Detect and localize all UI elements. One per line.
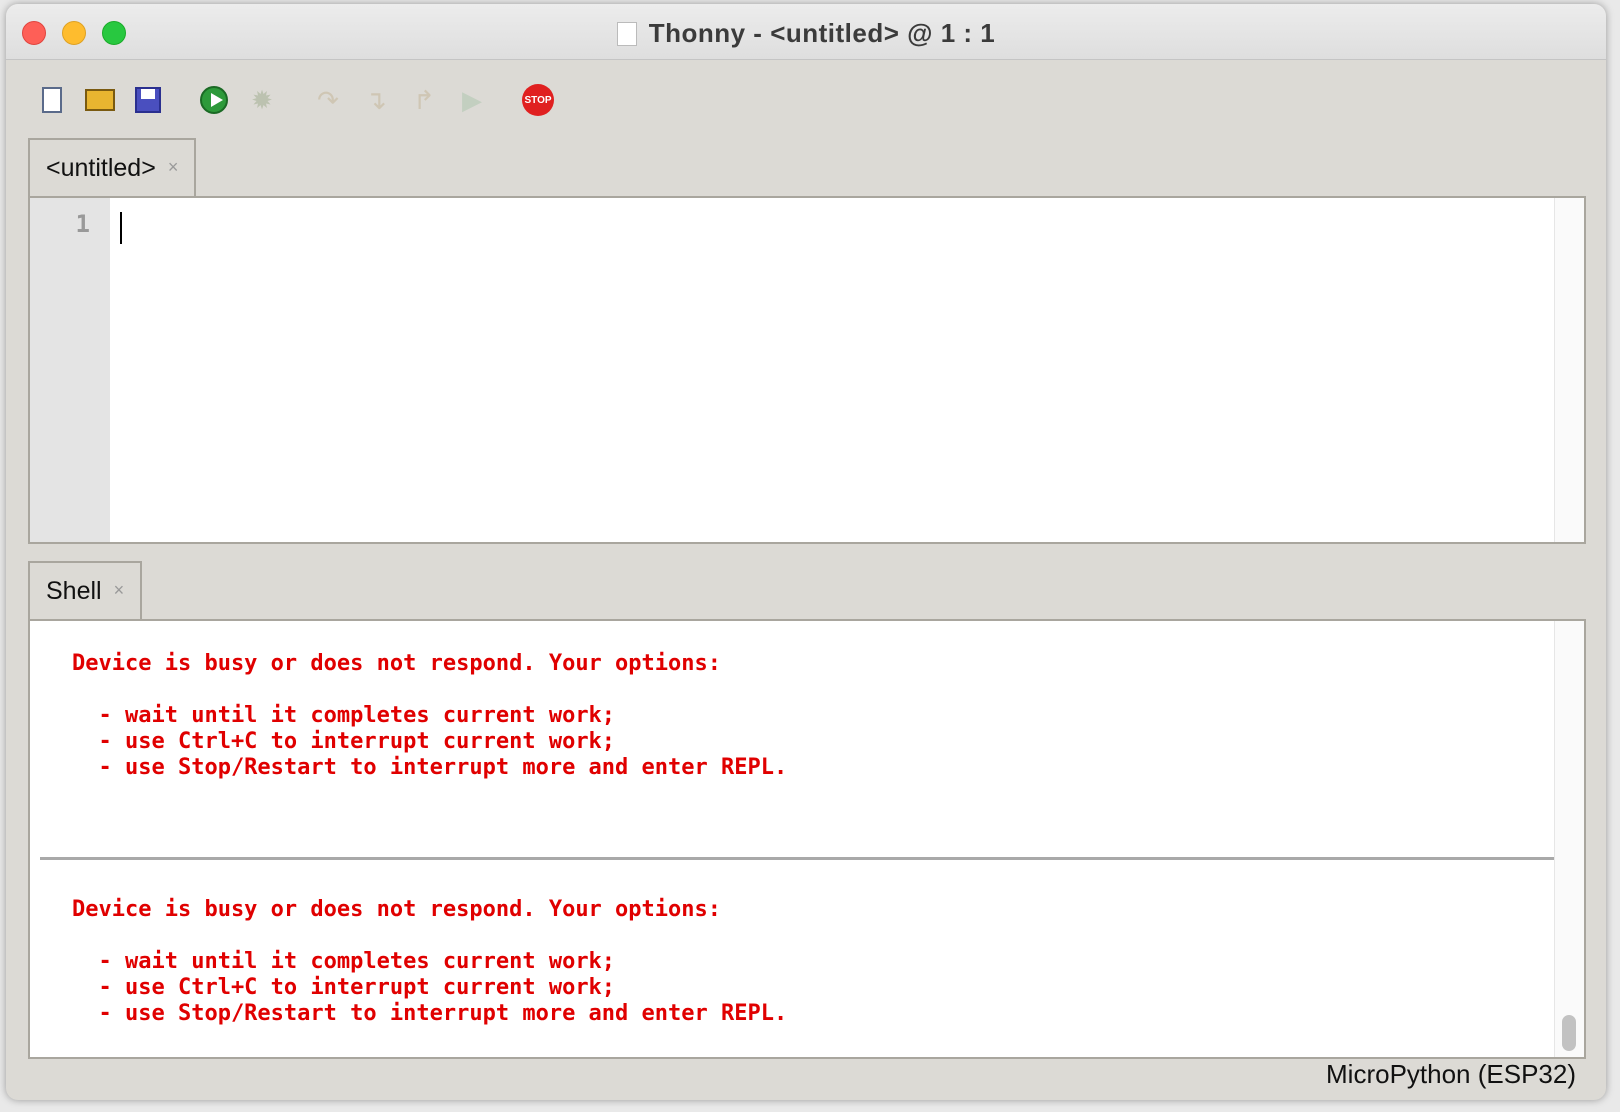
save-icon[interactable] [132,84,164,116]
open-folder-icon[interactable] [84,84,116,116]
step-into-icon[interactable]: ↴ [360,84,392,116]
step-over-icon[interactable]: ↷ [312,84,344,116]
close-tab-icon[interactable]: × [168,157,179,177]
line-number-gutter: 1 [30,198,110,542]
step-out-icon[interactable]: ↱ [408,84,440,116]
window-title: Thonny - <untitled> @ 1 : 1 [648,18,996,48]
run-icon[interactable] [198,84,230,116]
title-bar: Thonny - <untitled> @ 1 : 1 [6,4,1606,60]
line-number: 1 [75,210,90,238]
tab-untitled[interactable]: <untitled> × [28,138,197,200]
scrollbar-thumb[interactable] [1562,1015,1576,1051]
tab-label: <untitled> [46,154,156,182]
shell-scrollbar[interactable] [1554,621,1584,1057]
text-cursor [120,212,122,244]
thonny-window: Thonny - <untitled> @ 1 : 1 ✹ ↷ ↴ ↱ ▶ ST… [6,4,1606,1100]
editor[interactable]: 1 [28,196,1586,544]
shell-message: Device is busy or does not respond. Your… [72,651,788,780]
interpreter-selector[interactable]: MicroPython (ESP32) [1326,1059,1576,1090]
shell-separator [40,857,1554,860]
toolbar: ✹ ↷ ↴ ↱ ▶ STOP [36,78,570,122]
shell-output[interactable]: Device is busy or does not respond. Your… [28,619,1586,1059]
tab-label: Shell [46,577,102,605]
editor-scrollbar[interactable] [1554,198,1584,542]
document-icon [616,22,637,46]
new-file-icon[interactable] [36,84,68,116]
shell-message: Device is busy or does not respond. Your… [72,897,788,1026]
tab-shell[interactable]: Shell × [28,561,143,623]
stop-icon[interactable]: STOP [522,84,554,116]
resume-icon[interactable]: ▶ [456,84,488,116]
window-title-wrap: Thonny - <untitled> @ 1 : 1 [6,18,1606,49]
debug-icon[interactable]: ✹ [246,84,278,116]
stop-label: STOP [522,84,554,116]
close-tab-icon[interactable]: × [114,580,125,600]
